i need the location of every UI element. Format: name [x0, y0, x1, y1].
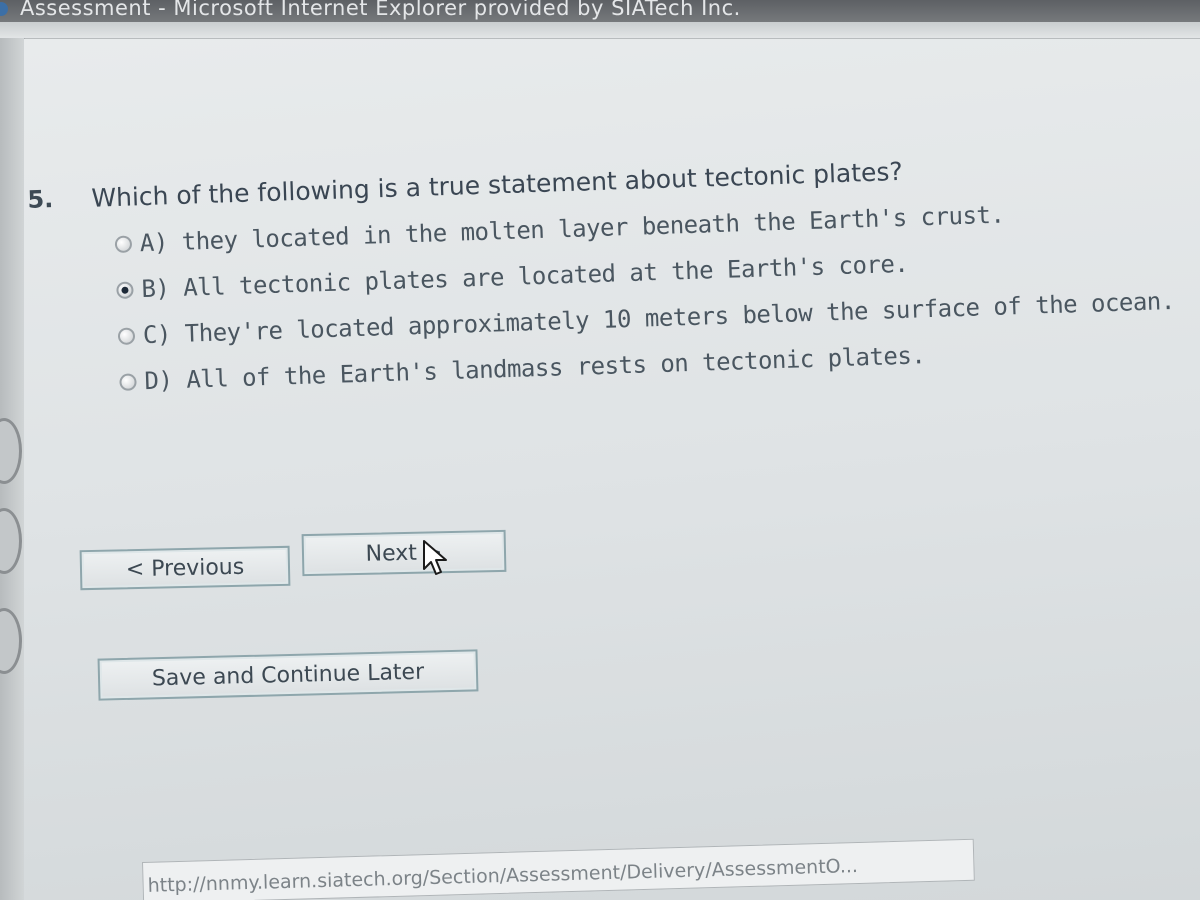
window-title: Assessment - Microsoft Internet Explorer… — [20, 0, 741, 20]
status-url: http://nnmy.learn.siatech.org/Section/As… — [147, 855, 859, 897]
window-frame — [0, 22, 1200, 39]
scroll-knob[interactable] — [0, 418, 22, 484]
radio-button-icon[interactable] — [119, 372, 137, 391]
status-bar: http://nnmy.learn.siatech.org/Section/As… — [142, 838, 975, 900]
scroll-knob[interactable] — [0, 608, 22, 674]
question-number: 5. — [26, 185, 54, 214]
previous-button[interactable]: < Previous — [79, 545, 291, 591]
next-button[interactable]: Next > — [301, 529, 507, 577]
internet-explorer-icon — [0, 2, 8, 16]
window-titlebar: Assessment - Microsoft Internet Explorer… — [0, 0, 1200, 22]
save-and-continue-later-button[interactable]: Save and Continue Later — [97, 649, 479, 701]
radio-button-icon[interactable] — [114, 234, 133, 253]
assessment-content: 5. Which of the following is a true stat… — [24, 39, 1200, 900]
mouse-pointer-icon — [423, 540, 447, 575]
scroll-knob[interactable] — [0, 508, 22, 574]
radio-button-selected-icon[interactable] — [116, 280, 134, 299]
left-window-edge — [0, 38, 25, 900]
radio-button-icon[interactable] — [117, 326, 136, 345]
